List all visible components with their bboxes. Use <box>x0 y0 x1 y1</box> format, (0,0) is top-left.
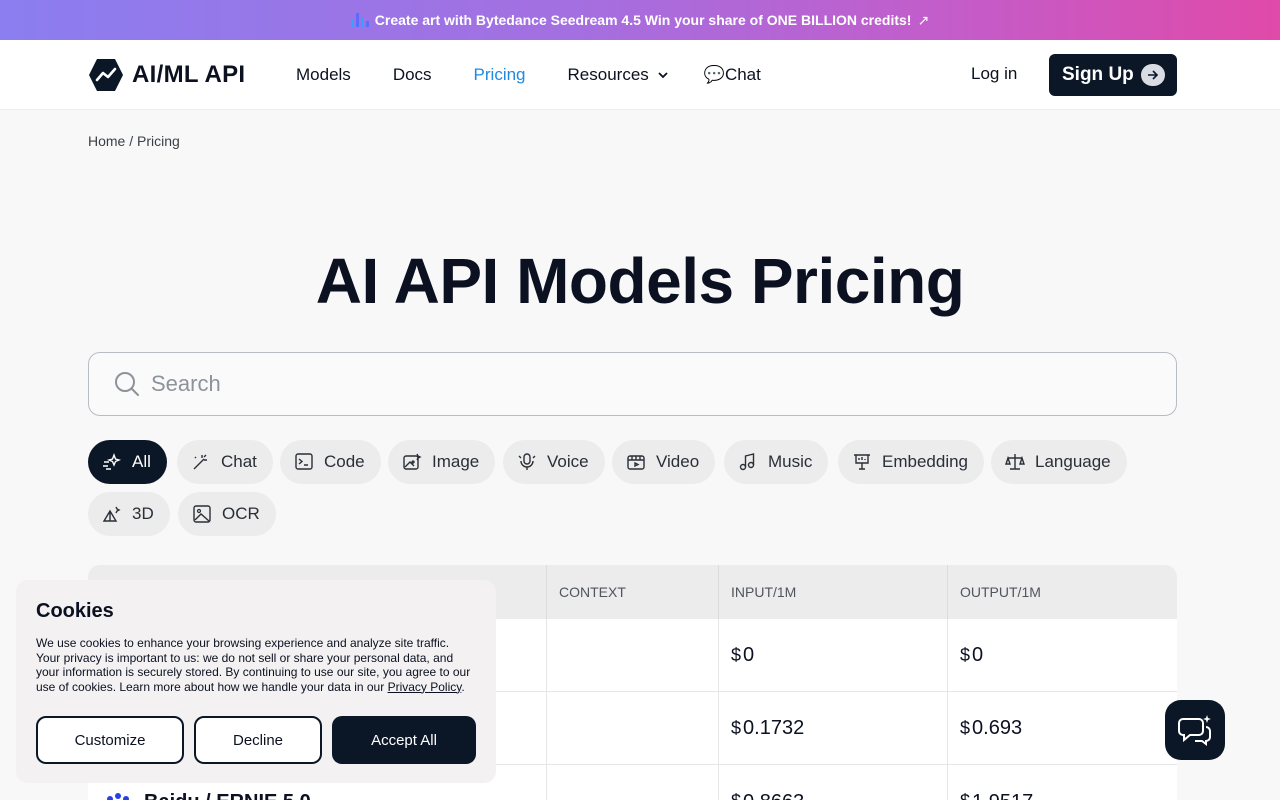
login-link[interactable]: Log in <box>971 64 1017 84</box>
filter-video[interactable]: Video <box>612 440 716 484</box>
filter-label: Embedding <box>882 452 969 471</box>
signup-button[interactable]: Sign Up <box>1049 54 1177 96</box>
signup-label: Sign Up <box>1062 64 1134 85</box>
search-icon <box>115 372 139 396</box>
currency-symbol: $ <box>731 791 741 800</box>
chat-bubble-icon <box>1178 715 1211 746</box>
image-icon <box>403 453 422 470</box>
microphone-icon <box>518 453 536 470</box>
nav-models[interactable]: Models <box>296 65 351 85</box>
page-title: AI API Models Pricing <box>315 245 965 317</box>
site-header: AI/ML API Models Docs Pricing Resources … <box>0 40 1280 110</box>
paw-logo-icon <box>107 792 129 800</box>
nav-resources[interactable]: Resources <box>568 65 669 85</box>
context-cell <box>546 692 718 765</box>
currency-symbol: $ <box>960 718 971 738</box>
logo[interactable]: AI/ML API <box>88 58 245 92</box>
filter-label: Code <box>324 452 365 471</box>
cookie-banner: Cookies We use cookies to enhance your b… <box>16 580 496 783</box>
filter-label: OCR <box>222 504 260 523</box>
input-price: 0.1732 <box>743 717 805 739</box>
terminal-icon <box>295 453 313 470</box>
breadcrumb[interactable]: Home / Pricing <box>88 133 180 149</box>
music-icon <box>739 453 755 471</box>
column-header-output[interactable]: OUTPUT/1M <box>947 565 1177 619</box>
filter-voice[interactable]: Voice <box>503 440 605 484</box>
output-price-cell: $0 <box>947 619 1177 692</box>
input-price-cell: $0 <box>718 619 947 692</box>
output-price: 0 <box>972 644 984 666</box>
model-name-text: Baidu / ERNIE 5.0 <box>144 791 311 800</box>
video-icon <box>627 455 645 470</box>
privacy-policy-link[interactable]: Privacy Policy <box>388 680 462 694</box>
filter-label: Language <box>1035 452 1111 471</box>
filter-label: Voice <box>547 452 589 471</box>
filter-label: All <box>132 452 151 471</box>
output-price: 0.693 <box>972 717 1023 739</box>
input-price-cell: $0.1732 <box>718 692 947 765</box>
output-price-cell: $1.9517 <box>947 765 1177 800</box>
filter-music[interactable]: Music <box>724 440 829 484</box>
column-header-input[interactable]: INPUT/1M <box>718 565 947 619</box>
filter-3d[interactable]: 3D <box>88 492 170 536</box>
bar-chart-icon <box>350 13 369 27</box>
nav-resources-label: Resources <box>567 65 649 84</box>
currency-symbol: $ <box>731 645 742 665</box>
chevron-down-icon <box>658 72 668 79</box>
promo-banner[interactable]: Create art with Bytedance Seedream 4.5 W… <box>0 0 1280 40</box>
logo-text: AI/ML API <box>132 61 246 88</box>
nav-docs[interactable]: Docs <box>393 65 432 85</box>
customize-button[interactable]: Customize <box>36 716 184 764</box>
decline-button[interactable]: Decline <box>194 716 322 764</box>
currency-symbol: $ <box>960 791 970 800</box>
nav-chat[interactable]: 💬Chat <box>704 65 761 85</box>
embedding-icon <box>854 454 870 470</box>
scan-icon <box>193 505 211 523</box>
filter-embedding[interactable]: Embedding <box>838 440 985 484</box>
sparkles-icon <box>103 453 122 470</box>
filter-label: 3D <box>132 504 154 523</box>
model-name[interactable]: Baidu / ERNIE 5.0 <box>102 791 311 800</box>
filter-label: Image <box>432 452 480 471</box>
output-price: 1.9517 <box>972 791 1033 800</box>
cube-icon <box>102 506 121 522</box>
nav-pricing[interactable]: Pricing <box>474 65 526 85</box>
input-price: 0 <box>743 644 755 666</box>
currency-symbol: $ <box>960 645 971 665</box>
language-icon <box>1005 454 1025 470</box>
output-price-cell: $0.693 <box>947 692 1177 765</box>
promo-text: Create art with Bytedance Seedream 4.5 W… <box>374 12 912 28</box>
search-input[interactable] <box>151 371 1051 397</box>
cookie-title: Cookies <box>36 600 114 622</box>
currency-symbol: $ <box>731 718 742 738</box>
arrow-up-right-icon: ↗ <box>917 11 930 28</box>
logo-hexagon-icon <box>89 59 123 91</box>
search-bar[interactable] <box>88 352 1177 416</box>
chat-support-button[interactable] <box>1165 700 1225 760</box>
filter-label: Video <box>656 452 700 471</box>
filter-language[interactable]: Language <box>991 440 1127 484</box>
wand-icon <box>193 454 207 470</box>
input-price-cell: $0.8663 <box>718 765 947 800</box>
context-cell <box>546 619 718 692</box>
filter-all[interactable]: All <box>88 440 167 484</box>
filter-code[interactable]: Code <box>280 440 381 484</box>
cookie-text: We use cookies to enhance your browsing … <box>36 636 471 694</box>
column-header-context[interactable]: CONTEXT <box>546 565 718 619</box>
filter-chat[interactable]: Chat <box>177 440 273 484</box>
input-price: 0.8663 <box>743 791 804 800</box>
filter-image[interactable]: Image <box>388 440 496 484</box>
filter-label: Music <box>768 452 813 471</box>
context-cell <box>546 765 718 800</box>
main-nav: Models Docs Pricing Resources 💬Chat <box>296 40 803 110</box>
arrow-right-icon <box>1141 64 1165 86</box>
accept-all-button[interactable]: Accept All <box>332 716 476 764</box>
filter-label: Chat <box>221 452 257 471</box>
filter-ocr[interactable]: OCR <box>178 492 276 536</box>
